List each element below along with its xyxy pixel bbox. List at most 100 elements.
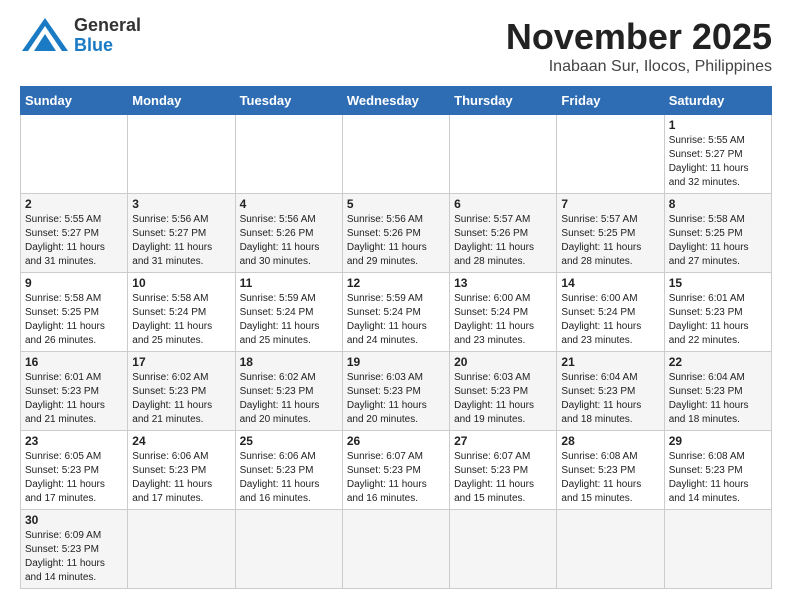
calendar-cell: 30 Sunrise: 6:09 AMSunset: 5:23 PMDayligh… bbox=[21, 510, 128, 589]
day-info: Sunrise: 6:05 AMSunset: 5:23 PMDaylight:… bbox=[25, 450, 123, 506]
calendar-cell bbox=[450, 115, 557, 194]
calendar-cell: 20 Sunrise: 6:03 AMSunset: 5:23 PMDayligh… bbox=[450, 352, 557, 431]
calendar-week-4: 16 Sunrise: 6:01 AMSunset: 5:23 PMDayligh… bbox=[21, 352, 772, 431]
day-number: 22 bbox=[669, 355, 767, 369]
calendar-cell: 10 Sunrise: 5:58 AMSunset: 5:24 PMDayligh… bbox=[128, 273, 235, 352]
day-info: Sunrise: 6:02 AMSunset: 5:23 PMDaylight:… bbox=[132, 371, 230, 427]
calendar-week-3: 9 Sunrise: 5:58 AMSunset: 5:25 PMDaylight… bbox=[21, 273, 772, 352]
day-info: Sunrise: 6:06 AMSunset: 5:23 PMDaylight:… bbox=[240, 450, 338, 506]
weekday-header-tuesday: Tuesday bbox=[235, 87, 342, 115]
calendar-week-5: 23 Sunrise: 6:05 AMSunset: 5:23 PMDayligh… bbox=[21, 431, 772, 510]
logo-icon bbox=[20, 16, 70, 56]
calendar-cell bbox=[557, 115, 664, 194]
calendar-header: SundayMondayTuesdayWednesdayThursdayFrid… bbox=[21, 87, 772, 115]
calendar-week-6: 30 Sunrise: 6:09 AMSunset: 5:23 PMDayligh… bbox=[21, 510, 772, 589]
calendar-title: November 2025 Inabaan Sur, Ilocos, Phili… bbox=[506, 16, 772, 76]
calendar-cell: 9 Sunrise: 5:58 AMSunset: 5:25 PMDaylight… bbox=[21, 273, 128, 352]
weekday-header-saturday: Saturday bbox=[664, 87, 771, 115]
day-number: 17 bbox=[132, 355, 230, 369]
day-number: 7 bbox=[561, 197, 659, 211]
day-number: 24 bbox=[132, 434, 230, 448]
day-info: Sunrise: 6:00 AMSunset: 5:24 PMDaylight:… bbox=[454, 292, 552, 348]
day-number: 4 bbox=[240, 197, 338, 211]
day-info: Sunrise: 5:55 AMSunset: 5:27 PMDaylight:… bbox=[25, 213, 123, 269]
weekday-header-wednesday: Wednesday bbox=[342, 87, 449, 115]
day-number: 9 bbox=[25, 276, 123, 290]
calendar-cell: 26Sunrise: 6:07 AMSunset: 5:23 PMDayligh… bbox=[342, 431, 449, 510]
day-number: 27 bbox=[454, 434, 552, 448]
day-info: Sunrise: 6:04 AMSunset: 5:23 PMDaylight:… bbox=[669, 371, 767, 427]
day-info: Sunrise: 6:08 AMSunset: 5:23 PMDaylight:… bbox=[561, 450, 659, 506]
day-number: 2 bbox=[25, 197, 123, 211]
calendar-cell: 24Sunrise: 6:06 AMSunset: 5:23 PMDayligh… bbox=[128, 431, 235, 510]
day-info: Sunrise: 6:01 AMSunset: 5:23 PMDaylight:… bbox=[25, 371, 123, 427]
day-number: 3 bbox=[132, 197, 230, 211]
day-number: 14 bbox=[561, 276, 659, 290]
calendar-cell bbox=[342, 115, 449, 194]
calendar-body: 1 Sunrise: 5:55 AMSunset: 5:27 PMDaylight… bbox=[21, 115, 772, 589]
day-number: 23 bbox=[25, 434, 123, 448]
day-number: 15 bbox=[669, 276, 767, 290]
day-info: Sunrise: 6:09 AMSunset: 5:23 PMDaylight:… bbox=[25, 529, 123, 585]
weekday-header-row: SundayMondayTuesdayWednesdayThursdayFrid… bbox=[21, 87, 772, 115]
day-info: Sunrise: 5:58 AMSunset: 5:25 PMDaylight:… bbox=[25, 292, 123, 348]
weekday-header-sunday: Sunday bbox=[21, 87, 128, 115]
calendar-cell bbox=[128, 115, 235, 194]
calendar-cell bbox=[342, 510, 449, 589]
logo-blue: Blue bbox=[74, 36, 141, 56]
day-number: 1 bbox=[669, 118, 767, 132]
calendar-cell: 25 Sunrise: 6:06 AMSunset: 5:23 PMDayligh… bbox=[235, 431, 342, 510]
calendar-cell: 12 Sunrise: 5:59 AMSunset: 5:24 PMDayligh… bbox=[342, 273, 449, 352]
calendar-cell: 3Sunrise: 5:56 AMSunset: 5:27 PMDaylight… bbox=[128, 194, 235, 273]
day-number: 20 bbox=[454, 355, 552, 369]
calendar-cell: 18Sunrise: 6:02 AMSunset: 5:23 PMDayligh… bbox=[235, 352, 342, 431]
day-number: 6 bbox=[454, 197, 552, 211]
day-number: 29 bbox=[669, 434, 767, 448]
calendar-cell bbox=[235, 510, 342, 589]
calendar-cell: 23 Sunrise: 6:05 AMSunset: 5:23 PMDayligh… bbox=[21, 431, 128, 510]
month-heading: November 2025 bbox=[506, 16, 772, 58]
calendar-cell: 15Sunrise: 6:01 AMSunset: 5:23 PMDayligh… bbox=[664, 273, 771, 352]
page-header: General Blue November 2025 Inabaan Sur, … bbox=[20, 16, 772, 76]
calendar-cell: 22 Sunrise: 6:04 AMSunset: 5:23 PMDayligh… bbox=[664, 352, 771, 431]
day-info: Sunrise: 6:07 AMSunset: 5:23 PMDaylight:… bbox=[454, 450, 552, 506]
calendar-cell bbox=[664, 510, 771, 589]
day-number: 25 bbox=[240, 434, 338, 448]
logo: General Blue bbox=[20, 16, 141, 56]
location-heading: Inabaan Sur, Ilocos, Philippines bbox=[506, 58, 772, 76]
day-info: Sunrise: 5:59 AMSunset: 5:24 PMDaylight:… bbox=[347, 292, 445, 348]
calendar-cell: 1Sunrise: 5:55 AMSunset: 5:27 PMDaylight… bbox=[664, 115, 771, 194]
day-number: 19 bbox=[347, 355, 445, 369]
day-info: Sunrise: 5:58 AMSunset: 5:24 PMDaylight:… bbox=[132, 292, 230, 348]
weekday-header-monday: Monday bbox=[128, 87, 235, 115]
calendar-cell: 4 Sunrise: 5:56 AMSunset: 5:26 PMDaylight… bbox=[235, 194, 342, 273]
calendar-cell: 27 Sunrise: 6:07 AMSunset: 5:23 PMDayligh… bbox=[450, 431, 557, 510]
day-info: Sunrise: 6:08 AMSunset: 5:23 PMDaylight:… bbox=[669, 450, 767, 506]
calendar-cell: 2 Sunrise: 5:55 AMSunset: 5:27 PMDaylight… bbox=[21, 194, 128, 273]
day-info: Sunrise: 5:57 AMSunset: 5:25 PMDaylight:… bbox=[561, 213, 659, 269]
day-number: 30 bbox=[25, 513, 123, 527]
calendar-cell bbox=[128, 510, 235, 589]
weekday-header-thursday: Thursday bbox=[450, 87, 557, 115]
day-number: 18 bbox=[240, 355, 338, 369]
day-info: Sunrise: 5:56 AMSunset: 5:26 PMDaylight:… bbox=[240, 213, 338, 269]
calendar-cell: 19 Sunrise: 6:03 AMSunset: 5:23 PMDayligh… bbox=[342, 352, 449, 431]
calendar-cell: 16 Sunrise: 6:01 AMSunset: 5:23 PMDayligh… bbox=[21, 352, 128, 431]
calendar-cell: 8Sunrise: 5:58 AMSunset: 5:25 PMDaylight… bbox=[664, 194, 771, 273]
day-number: 10 bbox=[132, 276, 230, 290]
calendar-week-1: 1Sunrise: 5:55 AMSunset: 5:27 PMDaylight… bbox=[21, 115, 772, 194]
day-number: 11 bbox=[240, 276, 338, 290]
day-number: 12 bbox=[347, 276, 445, 290]
day-number: 13 bbox=[454, 276, 552, 290]
day-info: Sunrise: 6:03 AMSunset: 5:23 PMDaylight:… bbox=[347, 371, 445, 427]
day-number: 8 bbox=[669, 197, 767, 211]
day-number: 26 bbox=[347, 434, 445, 448]
day-info: Sunrise: 6:04 AMSunset: 5:23 PMDaylight:… bbox=[561, 371, 659, 427]
logo-general: General bbox=[74, 16, 141, 36]
day-info: Sunrise: 6:03 AMSunset: 5:23 PMDaylight:… bbox=[454, 371, 552, 427]
day-number: 16 bbox=[25, 355, 123, 369]
day-number: 21 bbox=[561, 355, 659, 369]
day-info: Sunrise: 6:00 AMSunset: 5:24 PMDaylight:… bbox=[561, 292, 659, 348]
day-info: Sunrise: 5:56 AMSunset: 5:26 PMDaylight:… bbox=[347, 213, 445, 269]
logo-text: General Blue bbox=[74, 16, 141, 56]
